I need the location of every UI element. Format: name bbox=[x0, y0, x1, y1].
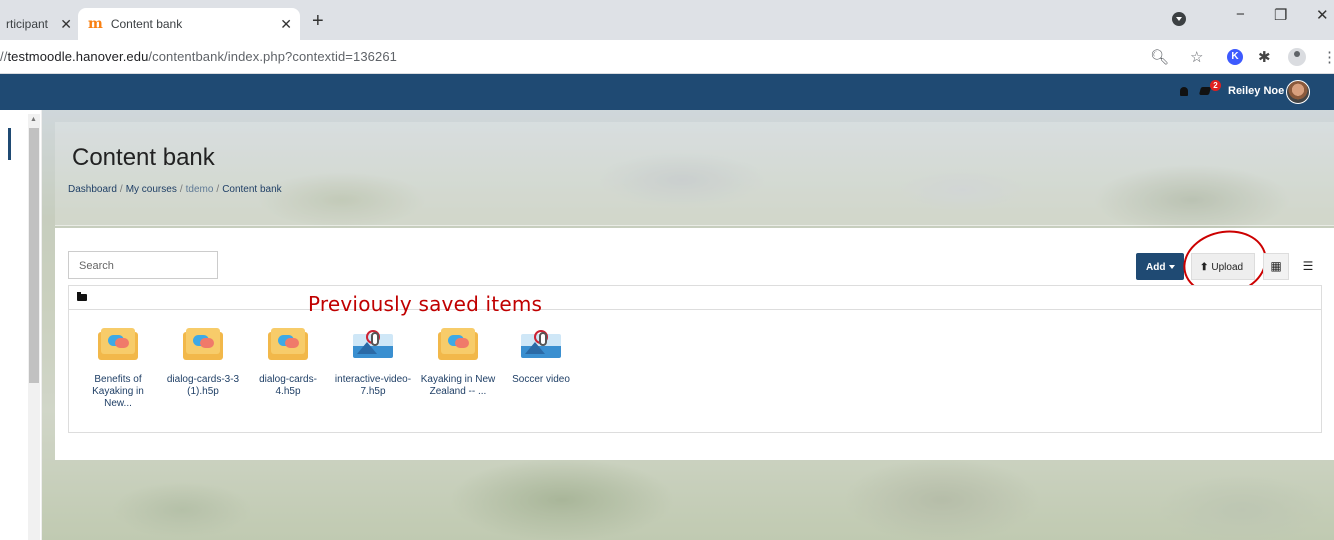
breadcrumb-separator: / bbox=[119, 184, 123, 195]
address-bar[interactable]: //testmoodle.hanover.edu/contentbank/ind… bbox=[0, 40, 1334, 74]
breadcrumb-dashboard[interactable]: Dashboard bbox=[68, 184, 117, 195]
new-tab-button[interactable]: + bbox=[312, 10, 324, 33]
interactive-video-icon bbox=[353, 326, 393, 362]
content-item[interactable]: dialog-cards-3-3 (1).h5p bbox=[163, 326, 243, 398]
close-icon[interactable]: ✕ bbox=[280, 16, 292, 33]
folder-icon[interactable] bbox=[77, 292, 87, 301]
add-button[interactable]: Add bbox=[1136, 253, 1184, 280]
folder-bar bbox=[69, 286, 1321, 310]
content-item[interactable]: Soccer video bbox=[501, 326, 581, 386]
menu-icon[interactable]: ⋮ bbox=[1322, 48, 1334, 66]
profile-icon[interactable] bbox=[1288, 48, 1306, 66]
zoom-icon[interactable]: 🔍︎ bbox=[1150, 48, 1169, 66]
tab-title: rticipant bbox=[6, 17, 49, 31]
url-host: testmoodle.hanover.edu bbox=[7, 49, 149, 64]
maximize-icon[interactable]: ❐ bbox=[1274, 6, 1287, 24]
tab-title: Content bank bbox=[110, 17, 183, 31]
browser-tab-content-bank[interactable]: m Content bank ✕ bbox=[78, 8, 300, 40]
extension-k-icon[interactable]: K bbox=[1227, 49, 1243, 65]
content-item[interactable]: interactive-video-7.h5p bbox=[333, 326, 413, 398]
moodle-logo-icon: m bbox=[88, 16, 103, 32]
bell-icon[interactable] bbox=[1180, 87, 1188, 96]
breadcrumb-separator: / bbox=[179, 184, 183, 195]
content-item-label: dialog-cards-3-3 (1).h5p bbox=[166, 374, 240, 397]
breadcrumb-course[interactable]: tdemo bbox=[186, 184, 214, 195]
scroll-up-icon[interactable]: ▲ bbox=[30, 116, 37, 123]
url-text[interactable]: //testmoodle.hanover.edu/contentbank/ind… bbox=[0, 49, 397, 64]
drawer-indicator[interactable] bbox=[8, 128, 11, 160]
interactive-video-icon bbox=[521, 326, 561, 362]
content-item-label: Benefits of Kayaking in New... bbox=[92, 374, 144, 409]
breadcrumb-content-bank[interactable]: Content bank bbox=[222, 184, 282, 195]
annotation-text: Previously saved items bbox=[308, 292, 543, 316]
list-view-icon[interactable]: ☰ bbox=[1293, 253, 1323, 280]
page-title: Content bank bbox=[72, 144, 215, 171]
scrollbar-thumb[interactable] bbox=[29, 128, 39, 383]
user-name[interactable]: Reiley Noe bbox=[1228, 85, 1284, 97]
dialog-cards-icon bbox=[268, 326, 308, 362]
breadcrumb-separator: / bbox=[216, 184, 220, 195]
dialog-cards-icon bbox=[98, 326, 138, 362]
moodle-navbar: 2 Reiley Noe bbox=[0, 74, 1334, 110]
add-button-label: Add bbox=[1146, 262, 1166, 273]
content-item-label: Soccer video bbox=[512, 374, 570, 385]
browser-tab-strip: rticipant ✕ m Content bank ✕ + − ❐ ✕ bbox=[0, 0, 1334, 40]
dialog-cards-icon bbox=[438, 326, 478, 362]
close-window-icon[interactable]: ✕ bbox=[1316, 6, 1329, 24]
left-drawer: ▲ bbox=[0, 110, 42, 540]
puzzle-icon[interactable]: ✱ bbox=[1258, 48, 1271, 66]
url-path: /contentbank/index.php?contextid=136261 bbox=[148, 49, 397, 64]
message-count-badge: 2 bbox=[1210, 80, 1221, 91]
page-body: ▲ Content bank Dashboard / My courses / tdem… bbox=[0, 110, 1334, 540]
content-item[interactable]: Kayaking in New Zealand -- ... bbox=[418, 326, 498, 398]
browser-tab-participants[interactable]: rticipant ✕ bbox=[0, 8, 78, 40]
content-item-label: dialog-cards-4.h5p bbox=[259, 374, 317, 397]
avatar[interactable] bbox=[1286, 80, 1310, 104]
dialog-cards-icon bbox=[183, 326, 223, 362]
minimize-icon[interactable]: − bbox=[1236, 6, 1245, 23]
close-icon[interactable]: ✕ bbox=[60, 16, 72, 33]
content-item[interactable]: Benefits of Kayaking in New... bbox=[78, 326, 158, 410]
caret-down-icon bbox=[1169, 265, 1176, 270]
content-item-label: interactive-video-7.h5p bbox=[334, 374, 412, 397]
breadcrumb: Dashboard / My courses / tdemo / Content bank bbox=[68, 184, 282, 195]
message-icon[interactable] bbox=[1198, 87, 1212, 95]
scrollbar[interactable]: ▲ bbox=[28, 114, 40, 540]
content-item-label: Kayaking in New Zealand -- ... bbox=[420, 374, 496, 397]
search-input[interactable]: Search bbox=[68, 251, 218, 279]
content-item[interactable]: dialog-cards-4.h5p bbox=[248, 326, 328, 398]
breadcrumb-my-courses[interactable]: My courses bbox=[126, 184, 177, 195]
star-icon[interactable]: ☆ bbox=[1190, 48, 1203, 66]
grid-view-icon[interactable]: ▦ bbox=[1263, 253, 1289, 280]
page-header bbox=[55, 122, 1334, 226]
download-icon[interactable] bbox=[1172, 12, 1186, 26]
